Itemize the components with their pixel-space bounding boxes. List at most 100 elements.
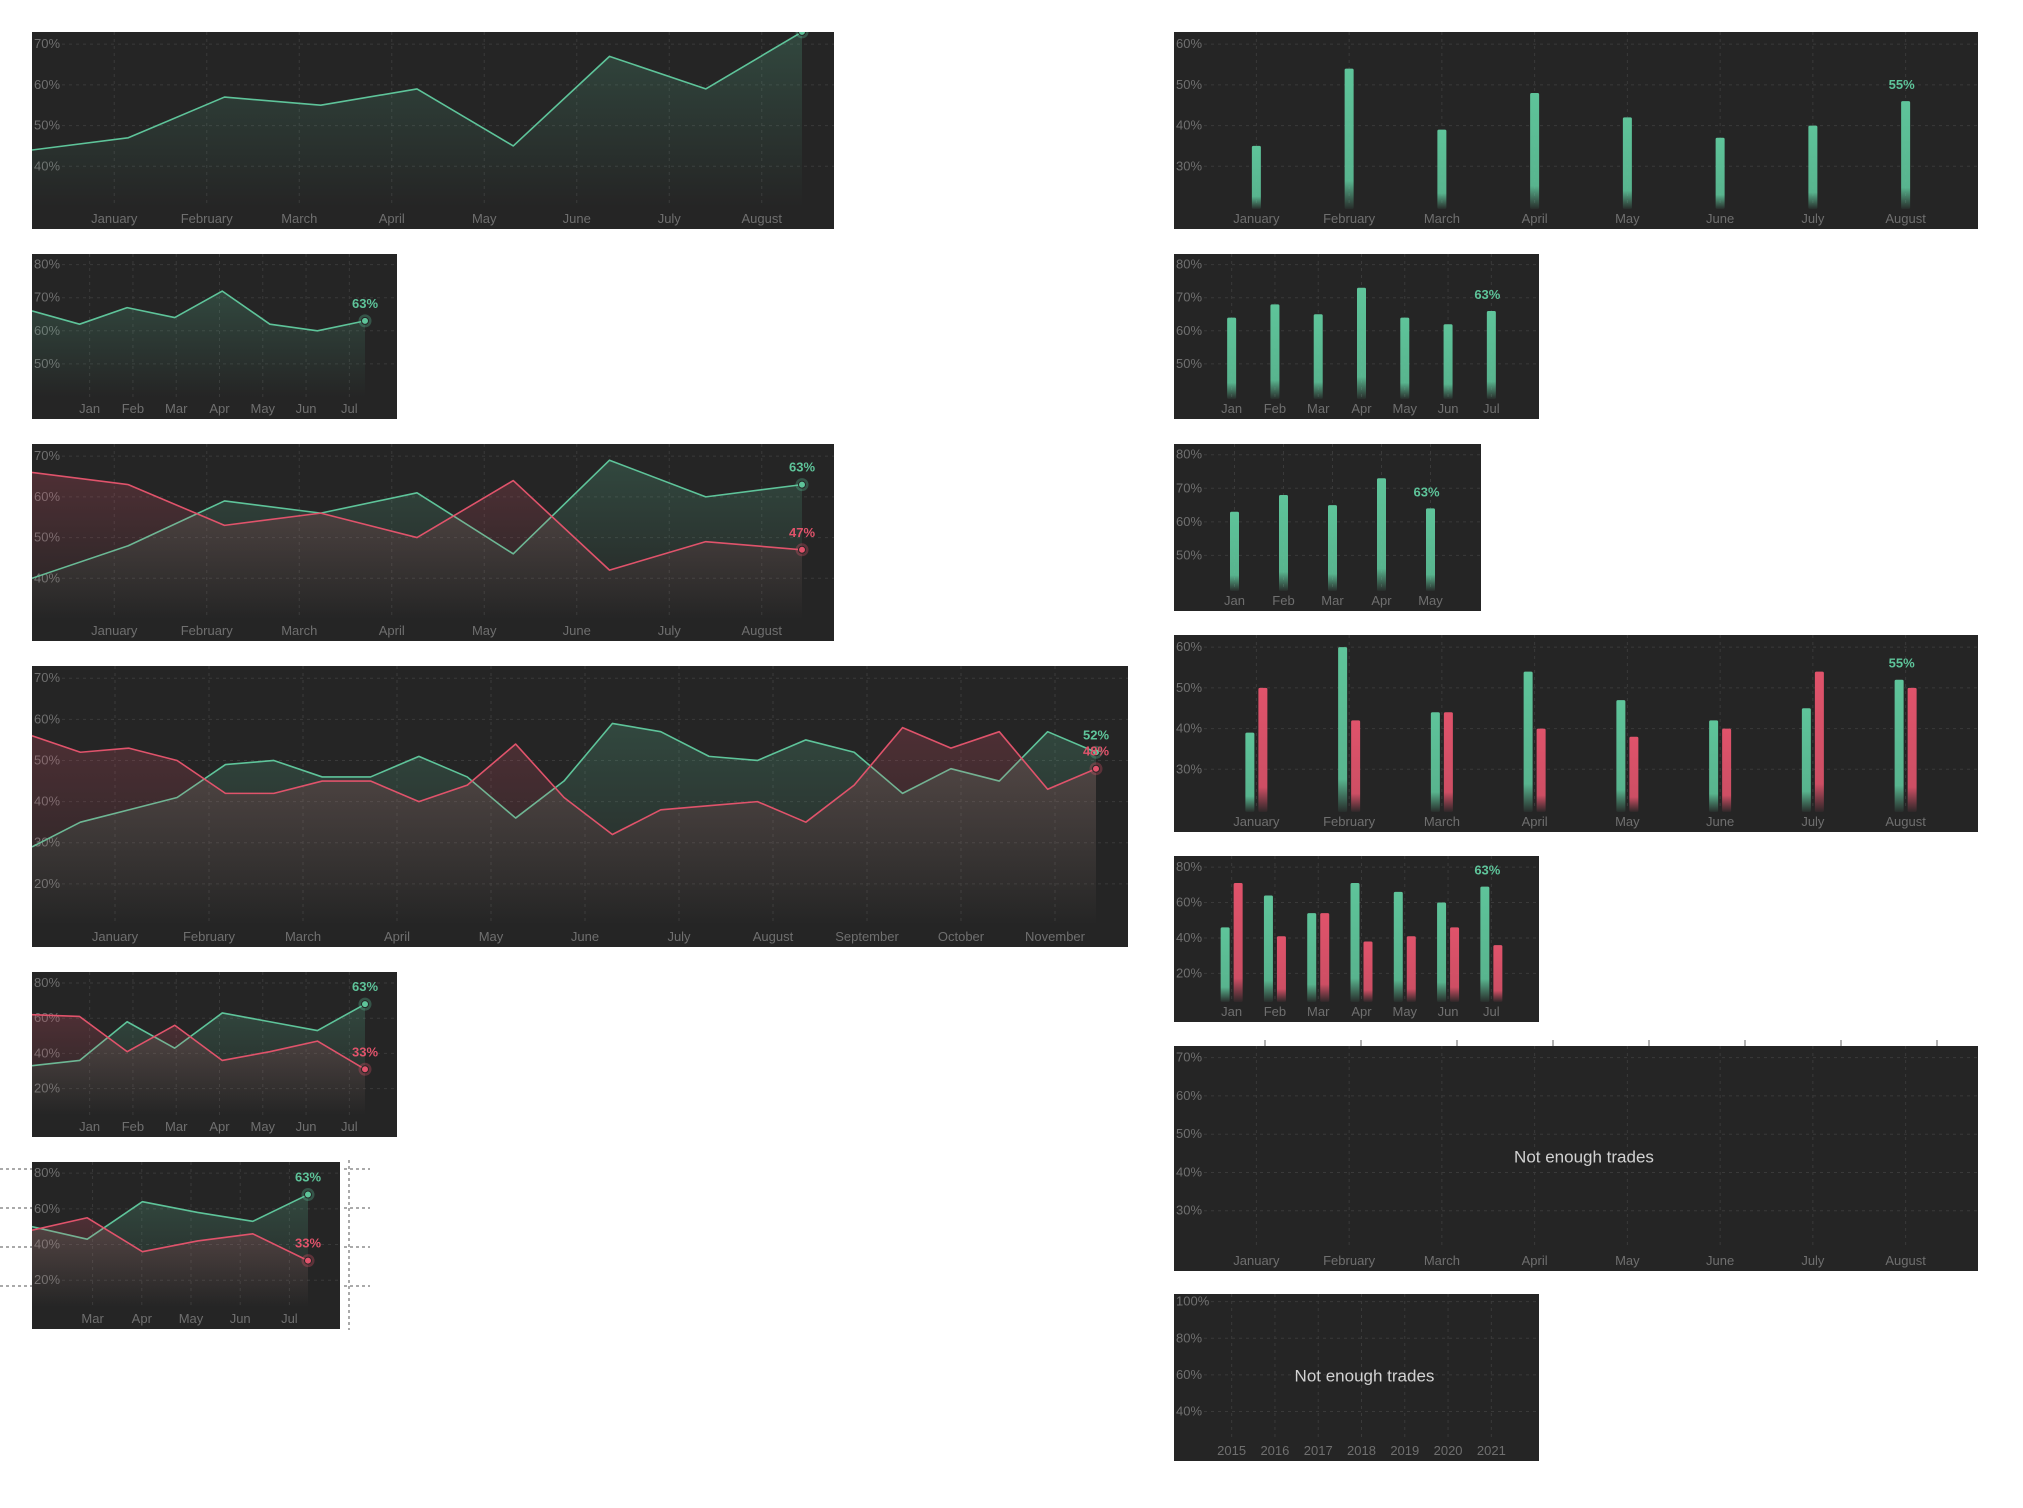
x-tick-label: June	[1706, 1253, 1734, 1268]
x-tick-label: May	[1615, 814, 1640, 829]
x-tick-label: March	[285, 929, 321, 944]
y-tick-label: 70%	[1176, 290, 1202, 305]
y-tick-label: 40%	[1176, 930, 1202, 945]
end-point	[1092, 764, 1100, 773]
x-tick-label: Jun	[296, 1119, 317, 1134]
bar	[1616, 700, 1626, 812]
bar	[1814, 671, 1824, 812]
bar	[1263, 895, 1273, 1002]
x-tick-label: August	[1885, 814, 1926, 829]
bar	[1493, 945, 1503, 1002]
x-tick-label: Jan	[1221, 401, 1242, 416]
end-point	[304, 1190, 312, 1199]
end-value-label: 63%	[352, 979, 378, 994]
x-tick-label: 2018	[1347, 1443, 1376, 1458]
x-tick-label: August	[753, 929, 794, 944]
chart-svg: 80% 60% 40% 20% Jan Feb Mar Apr May Jun Jul 63%	[1176, 856, 1539, 1019]
x-tick-label: March	[281, 211, 317, 226]
x-tick-label: November	[1025, 929, 1086, 944]
bar	[1430, 712, 1440, 812]
y-tick-label: 60%	[34, 711, 60, 726]
chart-svg: 70%60%50%40%JanuaryFebruaryMarchAprilMay…	[32, 32, 834, 226]
bar	[1279, 495, 1288, 591]
x-tick-label: 2021	[1477, 1443, 1506, 1458]
bar	[1808, 125, 1818, 209]
x-tick-label: Jan	[1224, 593, 1245, 608]
x-tick-label: February	[183, 929, 236, 944]
end-point	[361, 316, 369, 325]
line-chart-win-rate-short: 80%70%60%50%JanFebMarAprMayJunJul63%	[32, 254, 397, 419]
end-point	[361, 1065, 369, 1074]
x-tick-label: Mar	[1307, 401, 1330, 416]
x-tick-label: July	[1801, 1253, 1825, 1268]
bar	[1894, 679, 1904, 812]
end-value-label: 55%	[1889, 656, 1915, 671]
y-tick-label: 50%	[1176, 356, 1202, 371]
x-tick-label: May	[472, 211, 497, 226]
x-tick-label: April	[1522, 211, 1548, 226]
x-tick-label: January	[1233, 211, 1280, 226]
bar	[1715, 137, 1725, 209]
y-tick-label: 80%	[1176, 1330, 1202, 1345]
end-value-label: 52%	[1083, 727, 1109, 742]
y-tick-label: 80%	[1176, 447, 1202, 462]
y-tick-label: 80%	[34, 257, 60, 272]
y-tick-label: 60%	[1176, 895, 1202, 910]
end-value-label: 63%	[789, 460, 815, 475]
x-tick-label: 2017	[1304, 1443, 1333, 1458]
bar	[1480, 886, 1490, 1002]
chart-svg: 60% 50% 40% 30% January February March April May…	[1176, 32, 1978, 226]
chart-svg: 80% 70% 60% 50% Jan Feb Mar Apr May Jun Jul 63%	[1176, 254, 1539, 416]
x-tick-label: May	[251, 401, 276, 416]
x-tick-label: Jan	[79, 1119, 100, 1134]
x-tick-label: May	[251, 1119, 276, 1134]
x-tick-label: May	[1418, 593, 1443, 608]
end-value-label: 48%	[1083, 744, 1109, 759]
end-point	[361, 1000, 369, 1009]
bar	[1443, 324, 1453, 399]
y-tick-label: 60%	[1176, 323, 1202, 338]
y-tick-label: 70%	[1176, 480, 1202, 495]
x-tick-label: January	[91, 623, 138, 638]
bar	[1801, 708, 1811, 812]
x-tick-label: April	[1522, 814, 1548, 829]
y-tick-label: 80%	[34, 1165, 60, 1180]
bar	[1220, 927, 1230, 1002]
y-tick-label: 40%	[1176, 721, 1202, 736]
x-tick-label: February	[1323, 1253, 1376, 1268]
end-value-label: 33%	[295, 1236, 321, 1251]
x-tick-label: Apr	[209, 1119, 230, 1134]
x-tick-label: Feb	[1272, 593, 1294, 608]
y-tick-label: 60%	[1176, 639, 1202, 654]
x-tick-label: Jul	[341, 1119, 358, 1134]
y-tick-label: 60%	[1176, 1367, 1202, 1382]
bar	[1622, 117, 1632, 209]
x-tick-label: Jul	[341, 401, 358, 416]
bar	[1338, 647, 1348, 812]
bar	[1486, 310, 1496, 399]
x-tick-label: May	[479, 929, 504, 944]
x-tick-label: Jun	[230, 1311, 251, 1326]
y-tick-label: 30%	[1176, 1203, 1202, 1218]
x-tick-label: Mar	[165, 401, 188, 416]
x-tick-label: Feb	[1264, 1004, 1286, 1019]
x-tick-label: June	[563, 211, 591, 226]
y-tick-label: 40%	[1176, 1164, 1202, 1179]
chart-svg: 70%60%50%40%JanuaryFebruaryMarchAprilMay…	[32, 444, 834, 638]
bar	[1406, 936, 1416, 1002]
y-tick-label: 70%	[34, 36, 60, 51]
x-tick-label: 2016	[1260, 1443, 1289, 1458]
chart-svg: 70% 60% 50% 40% 30% January February March April…	[1176, 1046, 1978, 1268]
x-tick-label: March	[1424, 211, 1460, 226]
x-tick-label: 2015	[1217, 1443, 1246, 1458]
series-area-fill	[32, 291, 365, 397]
empty-chart-monthly: 70% 60% 50% 40% 30% January February March April…	[1174, 1046, 1978, 1271]
y-tick-label: 50%	[1176, 1126, 1202, 1141]
bar	[1530, 93, 1540, 209]
end-point	[798, 480, 806, 489]
x-tick-label: March	[1424, 1253, 1460, 1268]
x-tick-label: May	[1615, 211, 1640, 226]
y-tick-label: 50%	[1176, 77, 1202, 92]
bar	[1901, 101, 1911, 209]
x-tick-label: Jun	[296, 401, 317, 416]
